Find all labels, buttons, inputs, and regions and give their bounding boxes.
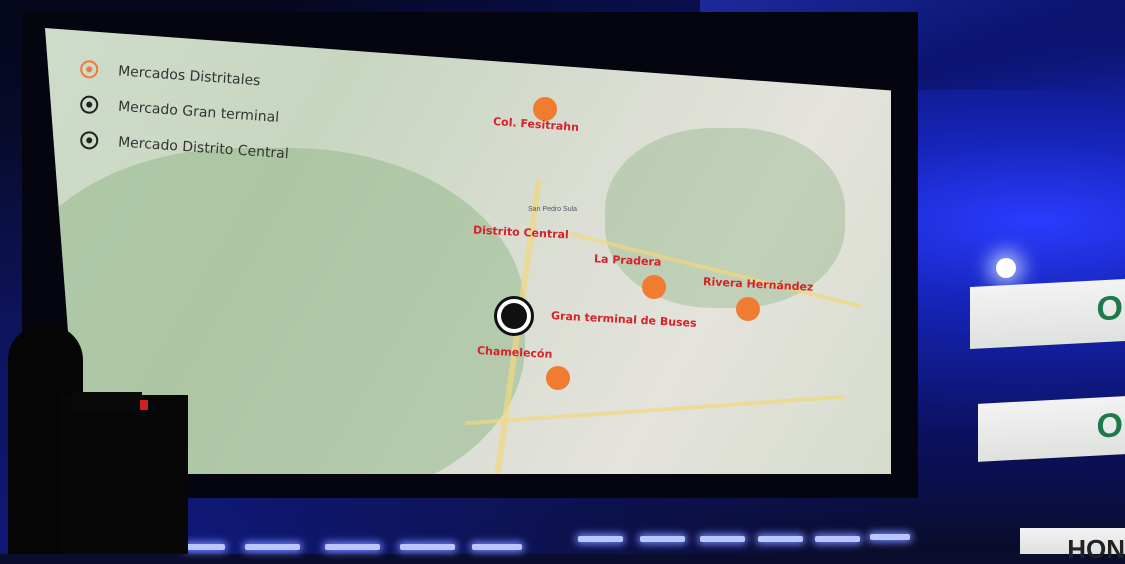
- stage-light: [400, 544, 455, 550]
- stage-light: [870, 534, 910, 540]
- podium-top: [72, 392, 142, 410]
- side-panel-middle: O: [978, 396, 1125, 462]
- map-road: [465, 394, 845, 426]
- stage-light: [700, 536, 745, 542]
- side-panel-text: HON: [1067, 534, 1125, 564]
- screen-red-fragment: [140, 400, 148, 410]
- stage-light: [185, 544, 225, 550]
- stage-light: [472, 544, 522, 550]
- city-label: San Pedro Sula: [528, 206, 578, 213]
- dark-ring-icon: [79, 130, 99, 150]
- market-marker-chamelecon: [546, 366, 570, 390]
- market-marker-la-pradera: [642, 275, 666, 299]
- stage-light: [758, 536, 803, 542]
- podium: [60, 395, 188, 554]
- stage-light: [815, 536, 860, 542]
- orange-ring-icon: [79, 59, 99, 79]
- stage-light: [578, 536, 623, 542]
- side-panel-text: O: [1096, 406, 1123, 446]
- side-panel-text: O: [1096, 289, 1123, 329]
- stage-spotlight: [996, 258, 1016, 278]
- stage-light: [325, 544, 380, 550]
- gran-terminal-marker: [494, 296, 534, 336]
- market-marker-rivera-hernandez: [736, 297, 760, 321]
- stage-light: [245, 544, 300, 550]
- side-panel-bottom: HON: [1020, 528, 1125, 562]
- side-panel-top: O: [970, 278, 1125, 350]
- dark-ring-icon: [79, 95, 99, 115]
- stage-light: [640, 536, 685, 542]
